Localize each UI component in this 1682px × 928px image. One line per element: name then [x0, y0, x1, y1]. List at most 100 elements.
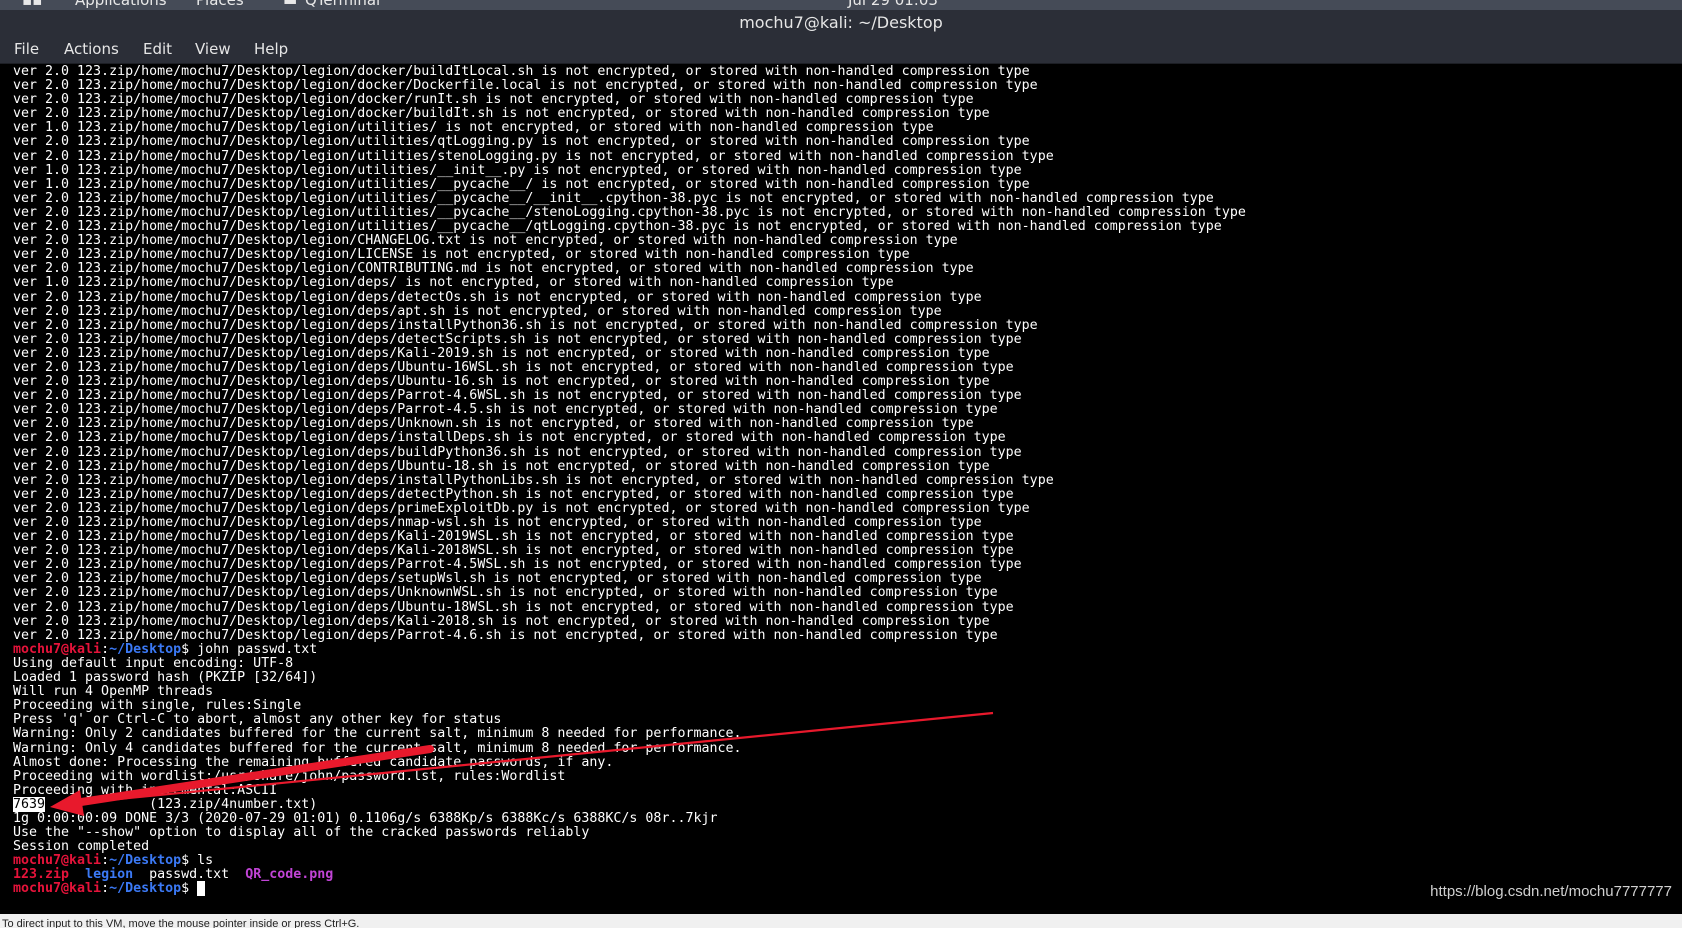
john-output-line: Proceeding with wordlist:/usr/share/john…: [13, 768, 566, 784]
prompt-path: ~/Desktop: [109, 853, 182, 869]
terminal-line: ver 2.0 123.zip/home/mochu7/Desktop/legi…: [13, 486, 1246, 502]
terminal-line: ver 2.0 123.zip/home/mochu7/Desktop/legi…: [13, 515, 1246, 530]
terminal-line: Warning: Only 2 candidates buffered for …: [13, 727, 1246, 741]
terminal-line: Proceeding with single, rules:Single: [13, 699, 1246, 713]
zip-output-line: ver 2.0 123.zip/home/mochu7/Desktop/legi…: [13, 472, 1054, 488]
john-output-line: Loaded 1 password hash (PKZIP [32/64]): [13, 670, 318, 686]
command-text: john passwd.txt: [197, 641, 318, 657]
cracked-password: 7639: [13, 796, 46, 812]
prompt-user: mochu7@kali: [13, 853, 102, 869]
terminal-line: ver 2.0 123.zip/home/mochu7/Desktop/legi…: [13, 148, 1246, 164]
john-output-line: Almost done: Processing the remaining bu…: [13, 754, 614, 770]
terminal-line: ver 2.0 123.zip/home/mochu7/Desktop/legi…: [13, 289, 1246, 305]
places-menu[interactable]: Places: [196, 0, 244, 9]
john-output-line: Using default input encoding: UTF-8: [13, 655, 294, 671]
zip-output-line: ver 2.0 123.zip/home/mochu7/Desktop/legi…: [13, 388, 1022, 404]
terminal-line: Proceeding with incremental:ASCII: [13, 782, 1246, 798]
zip-output-line: ver 2.0 123.zip/home/mochu7/Desktop/legi…: [13, 515, 982, 530]
desktop-top-panel: ▪▪ Applications Places ▬ QTerminal Jul 2…: [0, 0, 1682, 10]
terminal-line: ver 2.0 123.zip/home/mochu7/Desktop/legi…: [13, 345, 1246, 361]
prompt-line: mochu7@kali:~/Desktop$ john passwd.txt: [13, 641, 1246, 657]
terminal-line: ver 2.0 123.zip/home/mochu7/Desktop/legi…: [13, 403, 1246, 417]
zip-output-line: ver 2.0 123.zip/home/mochu7/Desktop/legi…: [13, 444, 1022, 460]
prompt-separator: :: [101, 853, 110, 869]
zip-output-line: ver 2.0 123.zip/home/mochu7/Desktop/legi…: [13, 92, 974, 108]
zip-output-line: ver 1.0 123.zip/home/mochu7/Desktop/legi…: [13, 162, 1022, 178]
john-output-line: Will run 4 OpenMP threads: [13, 684, 214, 700]
zip-output-line: ver 1.0 123.zip/home/mochu7/Desktop/legi…: [13, 176, 1030, 192]
terminal-line: ver 2.0 123.zip/home/mochu7/Desktop/legi…: [13, 107, 1246, 121]
apps-grid-icon[interactable]: ▪▪: [22, 0, 42, 9]
terminal-line: ver 1.0 123.zip/home/mochu7/Desktop/legi…: [13, 162, 1246, 178]
terminal-line: 1g 0:00:00:09 DONE 3/3 (2020-07-29 01:01…: [13, 811, 1246, 826]
file-qr-code-png: QR_code.png: [245, 867, 334, 883]
john-output-line: Use the "--show" option to display all o…: [13, 825, 590, 841]
zip-output-line: ver 2.0 123.zip/home/mochu7/Desktop/legi…: [13, 486, 1014, 502]
zip-output-line: ver 2.0 123.zip/home/mochu7/Desktop/legi…: [13, 613, 990, 629]
terminal-line: ver 2.0 123.zip/home/mochu7/Desktop/legi…: [13, 417, 1246, 431]
menu-edit[interactable]: Edit: [141, 38, 174, 60]
prompt-path: ~/Desktop: [109, 641, 182, 657]
terminal-line: Proceeding with wordlist:/usr/share/john…: [13, 768, 1246, 784]
terminal-line: ver 2.0 123.zip/home/mochu7/Desktop/legi…: [13, 219, 1246, 235]
zip-output-line: ver 2.0 123.zip/home/mochu7/Desktop/legi…: [13, 430, 1006, 446]
zip-output-line: ver 2.0 123.zip/home/mochu7/Desktop/legi…: [13, 331, 1022, 347]
terminal-line: ver 2.0 123.zip/home/mochu7/Desktop/legi…: [13, 444, 1246, 460]
window-title: mochu7@kali: ~/Desktop: [0, 10, 1682, 35]
john-output-line: Press 'q' or Ctrl-C to abort, almost any…: [13, 712, 502, 728]
menu-file[interactable]: File: [12, 38, 41, 60]
terminal-line: ver 1.0 123.zip/home/mochu7/Desktop/legi…: [13, 276, 1246, 290]
prompt-symbol: $: [181, 881, 198, 897]
john-output-line: Proceeding with incremental:ASCII: [13, 782, 278, 798]
terminal-line: ver 2.0 123.zip/home/mochu7/Desktop/legi…: [13, 234, 1246, 248]
command-text: ls: [197, 853, 214, 869]
prompt-path: ~/Desktop: [109, 881, 182, 897]
terminal-line: ver 2.0 123.zip/home/mochu7/Desktop/legi…: [13, 389, 1246, 403]
terminal-line: Press 'q' or Ctrl-C to abort, almost any…: [13, 713, 1246, 727]
zip-output-line: ver 2.0 123.zip/home/mochu7/Desktop/legi…: [13, 148, 1054, 164]
john-output-line: Warning: Only 4 candidates buffered for …: [13, 740, 742, 756]
zip-output-line: ver 2.0 123.zip/home/mochu7/Desktop/legi…: [13, 345, 990, 361]
terminal-line: ver 1.0 123.zip/home/mochu7/Desktop/legi…: [13, 121, 1246, 135]
zip-output-line: ver 2.0 123.zip/home/mochu7/Desktop/legi…: [13, 219, 1222, 235]
taskbar-terminal[interactable]: QTerminal: [305, 0, 380, 9]
panel-clock[interactable]: Jul 29 01:03: [848, 0, 938, 9]
zip-output-line: ver 1.0 123.zip/home/mochu7/Desktop/legi…: [13, 275, 894, 291]
zip-output-line: ver 2.0 123.zip/home/mochu7/Desktop/legi…: [13, 289, 982, 305]
terminal-output: ver 2.0 123.zip/home/mochu7/Desktop/legi…: [13, 64, 1246, 897]
terminal-line: Use the "--show" option to display all o…: [13, 826, 1246, 840]
terminal-line: ver 2.0 123.zip/home/mochu7/Desktop/legi…: [13, 544, 1246, 558]
terminal-line: ver 2.0 123.zip/home/mochu7/Desktop/legi…: [13, 318, 1246, 333]
terminal-line: Using default input encoding: UTF-8: [13, 655, 1246, 671]
menu-view[interactable]: View: [193, 38, 233, 60]
terminal-view[interactable]: ver 2.0 123.zip/home/mochu7/Desktop/legi…: [0, 64, 1682, 914]
terminal-line: ver 2.0 123.zip/home/mochu7/Desktop/legi…: [13, 248, 1246, 262]
terminal-line: ver 2.0 123.zip/home/mochu7/Desktop/legi…: [13, 627, 1246, 643]
terminal-line: ver 2.0 123.zip/home/mochu7/Desktop/legi…: [13, 304, 1246, 319]
terminal-line: ver 2.0 123.zip/home/mochu7/Desktop/legi…: [13, 64, 1246, 79]
zip-output-line: ver 2.0 123.zip/home/mochu7/Desktop/legi…: [13, 134, 1030, 150]
zip-output-line: ver 2.0 123.zip/home/mochu7/Desktop/legi…: [13, 627, 998, 643]
menu-help[interactable]: Help: [252, 38, 290, 60]
zip-output-line: ver 2.0 123.zip/home/mochu7/Desktop/legi…: [13, 64, 1030, 79]
zip-output-line: ver 2.0 123.zip/home/mochu7/Desktop/legi…: [13, 500, 1030, 516]
applications-menu[interactable]: Applications: [75, 0, 167, 9]
zip-output-line: ver 2.0 123.zip/home/mochu7/Desktop/legi…: [13, 458, 990, 474]
terminal-line: ver 2.0 123.zip/home/mochu7/Desktop/legi…: [13, 530, 1246, 544]
zip-output-line: ver 2.0 123.zip/home/mochu7/Desktop/legi…: [13, 416, 974, 432]
john-output-line: Proceeding with single, rules:Single: [13, 698, 302, 714]
terminal-line: ver 2.0 123.zip/home/mochu7/Desktop/legi…: [13, 79, 1246, 93]
zip-output-line: ver 1.0 123.zip/home/mochu7/Desktop/legi…: [13, 120, 934, 136]
prompt-separator: :: [101, 641, 110, 657]
prompt-user: mochu7@kali: [13, 881, 102, 897]
terminal-line: ver 2.0 123.zip/home/mochu7/Desktop/legi…: [13, 458, 1246, 474]
vm-status-bar: To direct input to this VM, move the mou…: [0, 914, 1682, 928]
taskbar-terminal-icon[interactable]: ▬: [283, 0, 297, 9]
terminal-line: Almost done: Processing the remaining bu…: [13, 754, 1246, 770]
menu-bar: File Actions Edit View Help: [0, 35, 1682, 64]
terminal-line: ver 1.0 123.zip/home/mochu7/Desktop/legi…: [13, 176, 1246, 192]
cracked-source: (123.zip/4number.txt): [45, 796, 318, 812]
terminal-line: ver 2.0 123.zip/home/mochu7/Desktop/legi…: [13, 431, 1246, 445]
zip-output-line: ver 2.0 123.zip/home/mochu7/Desktop/legi…: [13, 529, 1014, 545]
menu-actions[interactable]: Actions: [62, 38, 121, 60]
